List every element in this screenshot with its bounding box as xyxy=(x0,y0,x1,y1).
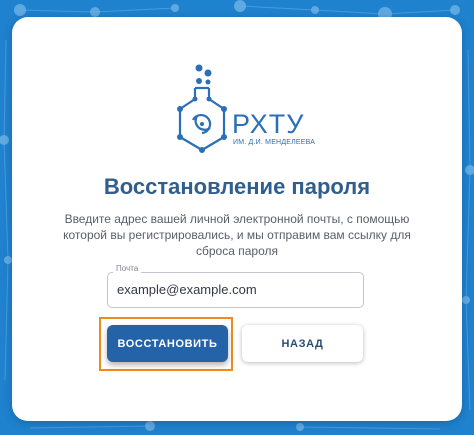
page-title: Восстановление пароля xyxy=(103,174,371,199)
back-button[interactable]: НАЗАД xyxy=(242,325,363,362)
logo-wordmark: РХТУ xyxy=(232,109,305,139)
email-field-label: Почта xyxy=(113,264,142,274)
restore-button[interactable]: ВОССТАНОВИТЬ xyxy=(107,325,228,362)
email-field-value[interactable]: example@example.com xyxy=(117,282,257,298)
logo-subtitle: ИМ. Д.И. МЕНДЕЛЕЕВА xyxy=(233,139,316,146)
page-description: Введите адрес вашей личной электронной п… xyxy=(63,212,411,258)
